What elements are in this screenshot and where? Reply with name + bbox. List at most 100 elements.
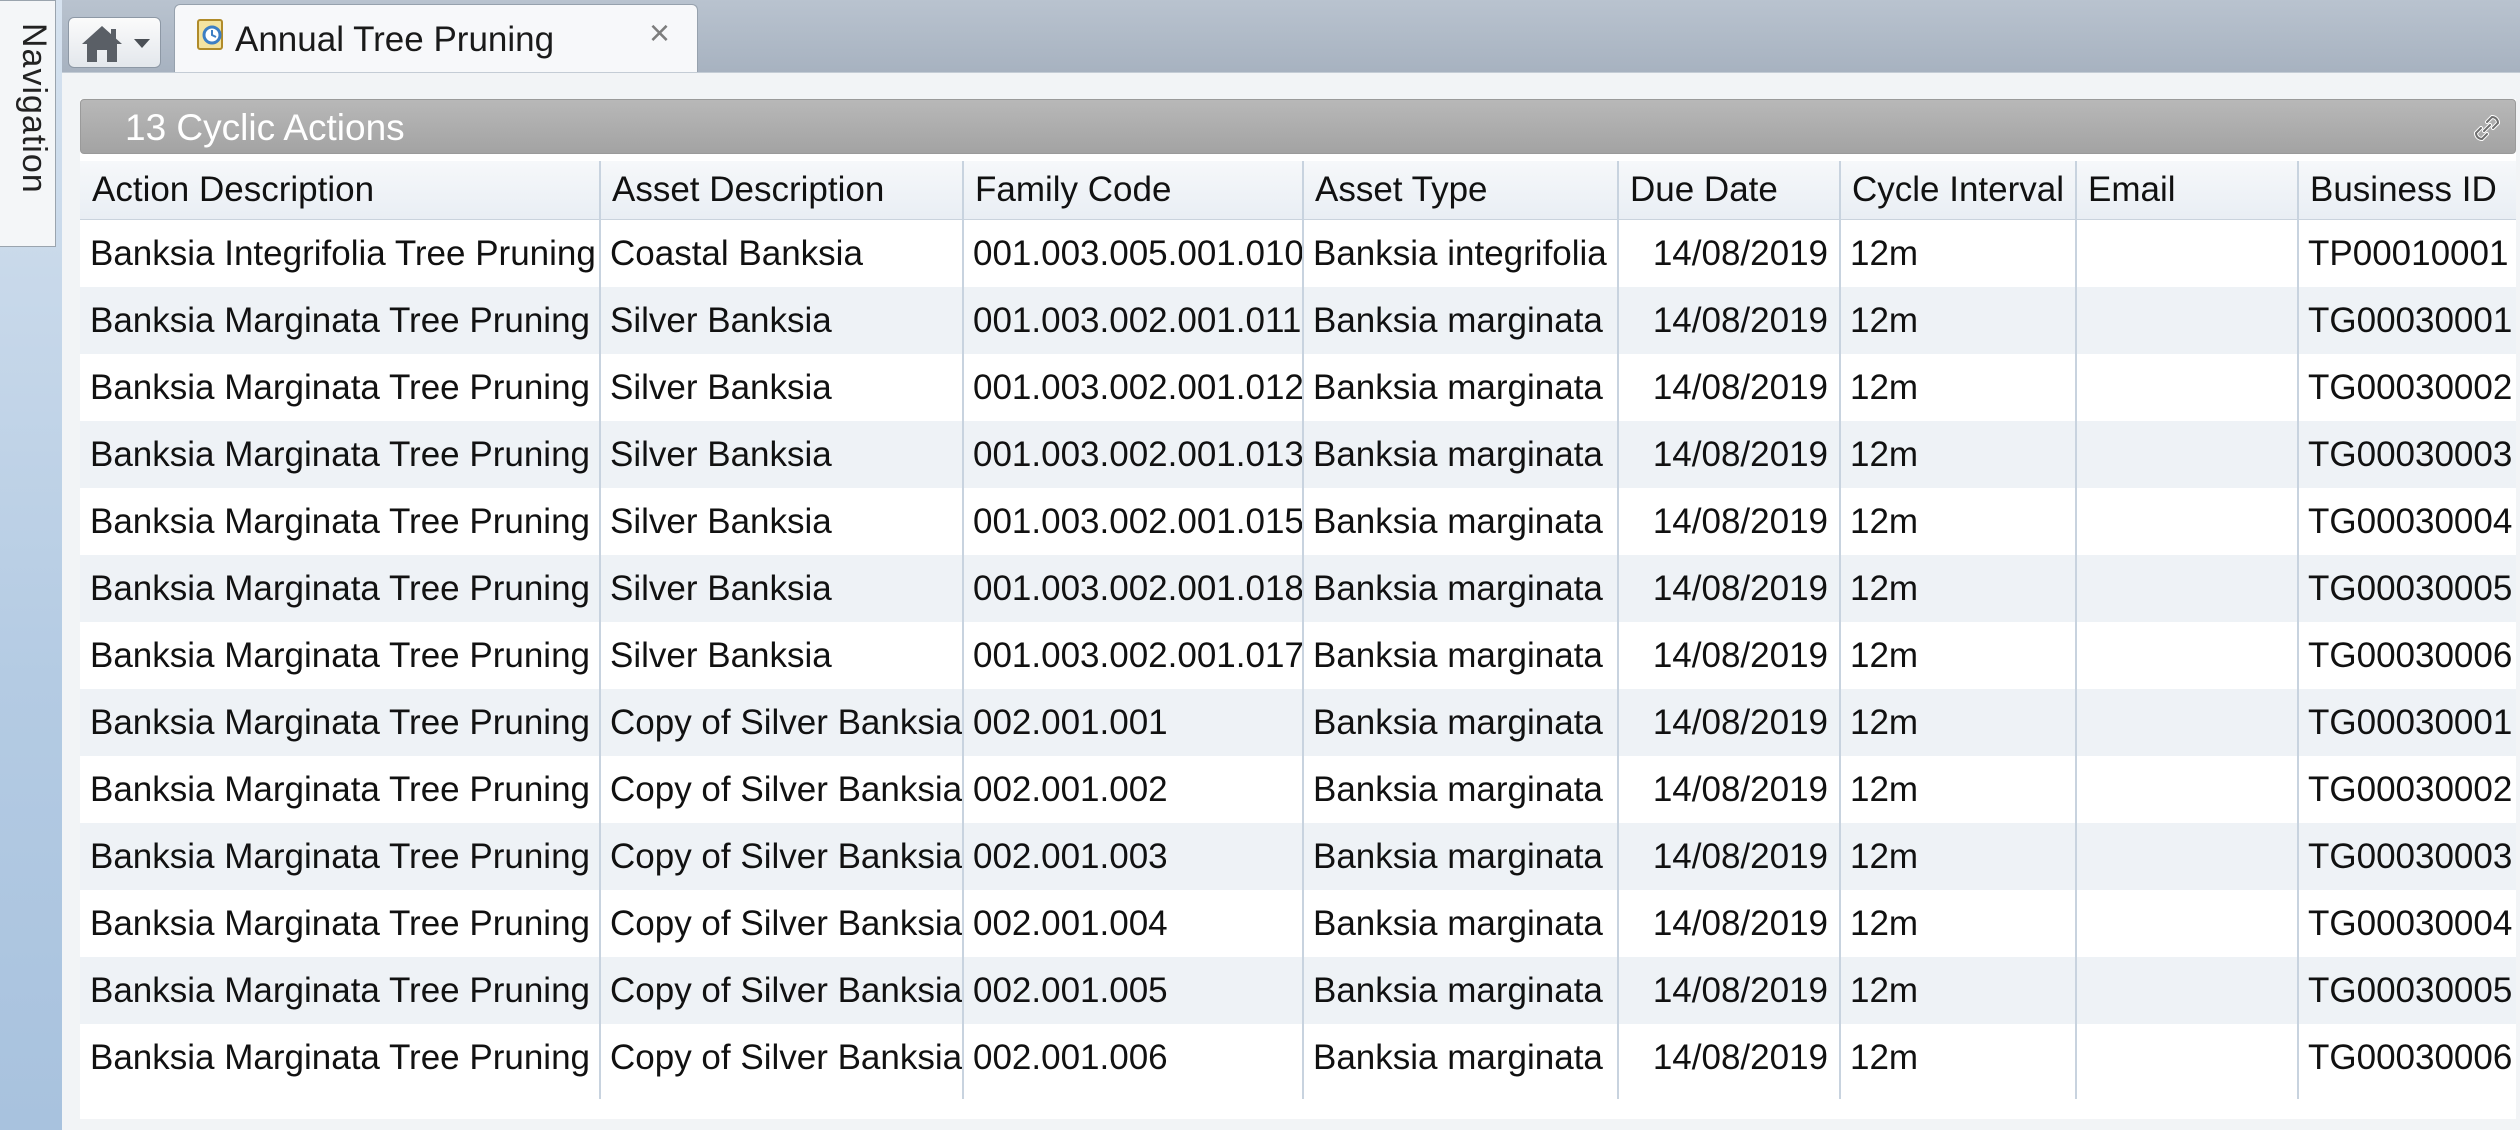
cell-cycle-interval: 12m — [1850, 635, 1919, 675]
cell-email — [2076, 689, 2298, 756]
column-header-cycle-interval[interactable]: Cycle Interval — [1840, 161, 2076, 219]
navigation-tab-label: Navigation — [15, 23, 53, 194]
cell-email — [2076, 220, 2298, 287]
grid-body: Banksia Integrifolia Tree Pruning Coastal… — [80, 220, 2516, 1091]
cell-due-date: 14/08/2019 — [1652, 970, 1828, 1010]
cell-email — [2076, 421, 2298, 488]
link-icon[interactable] — [2467, 108, 2507, 148]
group-title: 13 Cyclic Actions — [125, 107, 405, 148]
column-divider — [1302, 161, 1304, 1099]
column-header-asset-description[interactable]: Asset Description — [600, 161, 963, 219]
cell-action-description: Banksia Marginata Tree Pruning — [90, 1037, 590, 1077]
column-header-due-date[interactable]: Due Date — [1618, 161, 1840, 219]
cell-asset-type: Banksia marginata — [1313, 702, 1603, 742]
content-area: 13 Cyclic Actions Action Description Ass… — [62, 72, 2520, 1130]
cell-business-id: TG00030005 — [2308, 970, 2513, 1010]
cell-business-id: TG00030006 — [2308, 635, 2513, 675]
cell-cycle-interval: 12m — [1850, 434, 1919, 474]
cell-business-id: TG00030001 — [2308, 702, 2513, 742]
table-row[interactable]: Banksia Marginata Tree Pruning Silver Ban… — [80, 555, 2516, 622]
cell-business-id: TG00030003 — [2308, 836, 2513, 876]
cell-due-date: 14/08/2019 — [1652, 434, 1828, 474]
cell-asset-description: Silver Banksia — [610, 568, 832, 608]
navigation-rail: Navigation — [0, 0, 63, 1130]
column-header-email[interactable]: Email — [2076, 161, 2298, 219]
cell-asset-type: Banksia integrifolia — [1313, 233, 1607, 273]
cell-asset-type: Banksia marginata — [1313, 568, 1603, 608]
table-row[interactable]: Banksia Marginata Tree Pruning Copy of Si… — [80, 890, 2516, 957]
table-row[interactable]: Banksia Marginata Tree Pruning Silver Ban… — [80, 421, 2516, 488]
cell-cycle-interval: 12m — [1850, 233, 1919, 273]
cell-cycle-interval: 12m — [1850, 568, 1919, 608]
cell-business-id: TG00030001 — [2308, 300, 2513, 340]
table-row[interactable]: Banksia Integrifolia Tree Pruning Coastal… — [80, 220, 2516, 287]
cell-asset-description: Silver Banksia — [610, 635, 832, 675]
cell-business-id: TG00030004 — [2308, 903, 2513, 943]
cell-email — [2076, 756, 2298, 823]
close-icon[interactable]: × — [649, 15, 670, 51]
table-row[interactable]: Banksia Marginata Tree Pruning Copy of Si… — [80, 957, 2516, 1024]
cell-action-description: Banksia Marginata Tree Pruning — [90, 769, 590, 809]
cell-due-date: 14/08/2019 — [1652, 1037, 1828, 1077]
table-row[interactable]: Banksia Marginata Tree Pruning Silver Ban… — [80, 354, 2516, 421]
cell-family-code: 002.001.001 — [973, 702, 1168, 742]
cell-email — [2076, 1024, 2298, 1091]
cell-asset-type: Banksia marginata — [1313, 836, 1603, 876]
table-row[interactable]: Banksia Marginata Tree Pruning Silver Ban… — [80, 488, 2516, 555]
cell-asset-description: Coastal Banksia — [610, 233, 863, 273]
cell-email — [2076, 354, 2298, 421]
cell-family-code: 001.003.002.001.013 — [973, 434, 1303, 474]
cell-due-date: 14/08/2019 — [1652, 501, 1828, 541]
cell-cycle-interval: 12m — [1850, 903, 1919, 943]
home-dropdown-button[interactable] — [68, 17, 161, 68]
cell-due-date: 14/08/2019 — [1652, 367, 1828, 407]
cell-asset-description: Silver Banksia — [610, 367, 832, 407]
cell-cycle-interval: 12m — [1850, 702, 1919, 742]
cell-business-id: TG00030002 — [2308, 367, 2513, 407]
cell-family-code: 001.003.002.001.018 — [973, 568, 1303, 608]
column-header-action-description[interactable]: Action Description — [80, 161, 600, 219]
cell-cycle-interval: 12m — [1850, 367, 1919, 407]
cell-family-code: 002.001.004 — [973, 903, 1168, 943]
column-divider — [599, 161, 601, 1099]
column-header-asset-type[interactable]: Asset Type — [1303, 161, 1618, 219]
column-divider — [1839, 161, 1841, 1099]
cell-family-code: 002.001.006 — [973, 1037, 1168, 1077]
cell-asset-type: Banksia marginata — [1313, 635, 1603, 675]
cell-family-code: 002.001.005 — [973, 970, 1168, 1010]
column-header-family-code[interactable]: Family Code — [963, 161, 1303, 219]
cell-email — [2076, 287, 2298, 354]
table-row[interactable]: Banksia Marginata Tree Pruning Copy of Si… — [80, 823, 2516, 890]
table-row[interactable]: Banksia Marginata Tree Pruning Silver Ban… — [80, 287, 2516, 354]
navigation-tab[interactable]: Navigation — [0, 0, 56, 247]
column-divider — [2075, 161, 2077, 1099]
cell-business-id: TG00030005 — [2308, 568, 2513, 608]
cell-action-description: Banksia Integrifolia Tree Pruning — [90, 233, 596, 273]
cell-asset-type: Banksia marginata — [1313, 903, 1603, 943]
table-row[interactable]: Banksia Marginata Tree Pruning Copy of Si… — [80, 1024, 2516, 1091]
cell-family-code: 002.001.003 — [973, 836, 1168, 876]
grid-header-row: Action Description Asset Description Fam… — [80, 161, 2516, 220]
table-row[interactable]: Banksia Marginata Tree Pruning Copy of Si… — [80, 756, 2516, 823]
table-row[interactable]: Banksia Marginata Tree Pruning Silver Ban… — [80, 622, 2516, 689]
column-header-business-id[interactable]: Business ID — [2298, 161, 2516, 219]
cell-asset-description: Copy of Silver Banksia — [610, 903, 963, 943]
cell-action-description: Banksia Marginata Tree Pruning — [90, 635, 590, 675]
cell-cycle-interval: 12m — [1850, 769, 1919, 809]
cell-asset-description: Copy of Silver Banksia — [610, 836, 963, 876]
cell-asset-description: Silver Banksia — [610, 434, 832, 474]
cell-due-date: 14/08/2019 — [1652, 836, 1828, 876]
cell-action-description: Banksia Marginata Tree Pruning — [90, 367, 590, 407]
tab-title: Annual Tree Pruning — [235, 20, 555, 59]
cell-family-code: 001.003.005.001.010 — [973, 233, 1303, 273]
cell-family-code: 001.003.002.001.015 — [973, 501, 1303, 541]
cell-asset-description: Silver Banksia — [610, 501, 832, 541]
cell-action-description: Banksia Marginata Tree Pruning — [90, 501, 590, 541]
cell-due-date: 14/08/2019 — [1652, 702, 1828, 742]
cell-asset-type: Banksia marginata — [1313, 970, 1603, 1010]
tab-annual-tree-pruning[interactable]: Annual Tree Pruning × — [174, 4, 698, 72]
table-row[interactable]: Banksia Marginata Tree Pruning Copy of Si… — [80, 689, 2516, 756]
cell-action-description: Banksia Marginata Tree Pruning — [90, 702, 590, 742]
group-header: 13 Cyclic Actions — [80, 99, 2516, 154]
cell-due-date: 14/08/2019 — [1652, 769, 1828, 809]
